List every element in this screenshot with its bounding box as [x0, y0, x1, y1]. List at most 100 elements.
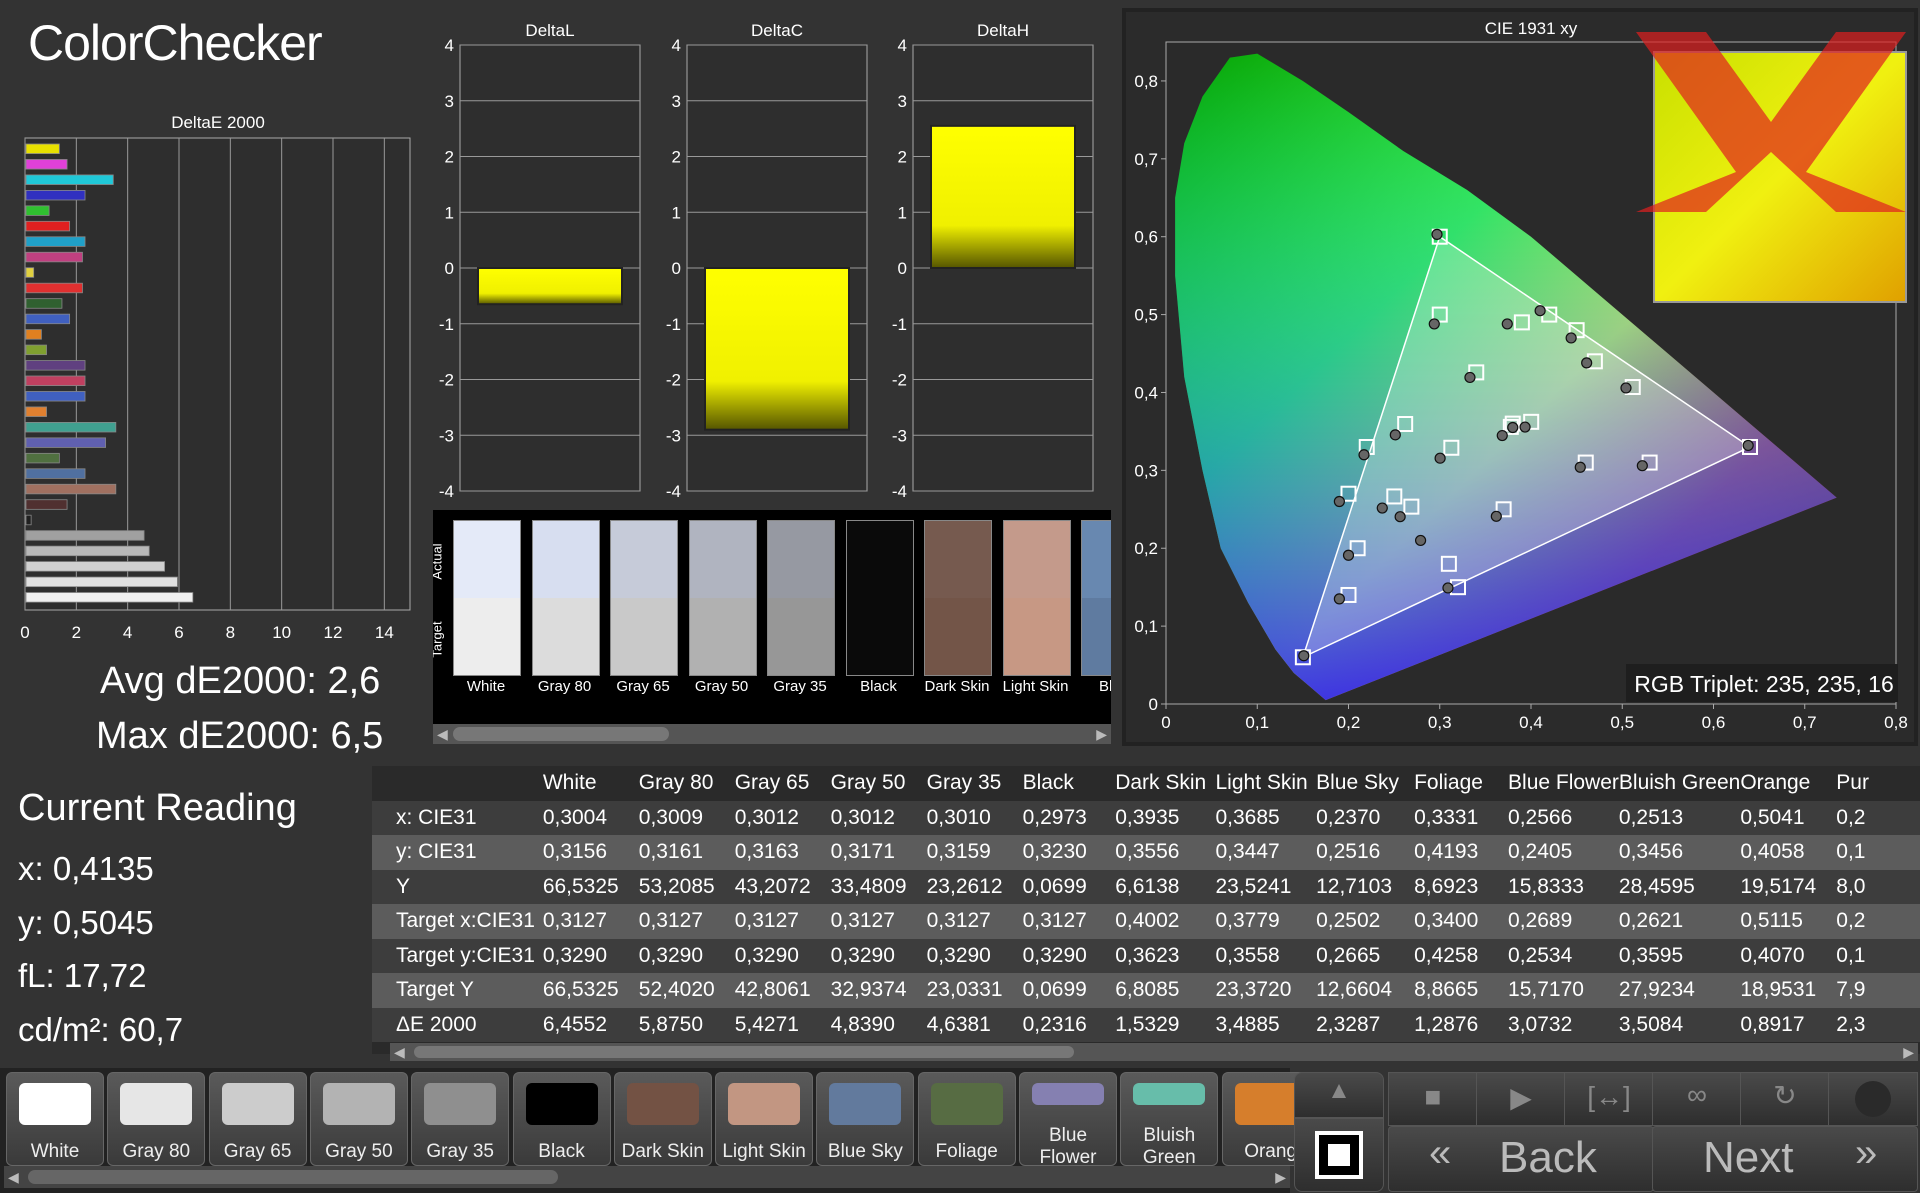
stop-button[interactable]: [1294, 1118, 1384, 1192]
delta-tick-label: -4: [666, 482, 681, 500]
actual-marker: [1519, 421, 1531, 433]
patch-panel-scrollbar[interactable]: ◀ ▶: [433, 724, 1111, 744]
actual-marker: [1342, 549, 1355, 561]
actual-marker: [1333, 495, 1345, 508]
refresh-button[interactable]: ↻: [1740, 1072, 1830, 1126]
table-cell: 0,3290: [830, 938, 927, 973]
deltae-tick-label: 12: [324, 623, 343, 642]
deltae-bar: [25, 592, 194, 603]
delta-tick-label: -3: [439, 426, 454, 445]
patch-swatch: [767, 520, 835, 676]
delta-bar: [704, 267, 850, 431]
actual-swatch: [454, 521, 520, 598]
deltah-chart: DeltaH 4 3 2 1 0 -1 -2 -3 -4: [892, 21, 1094, 500]
actual-marker: [1501, 318, 1513, 330]
scroll-left-icon[interactable]: ◀: [8, 1169, 19, 1186]
patch-label: Gray 80: [537, 678, 592, 695]
scrollbar-thumb[interactable]: [453, 727, 669, 741]
deltae-bar: [25, 452, 60, 464]
actual-marker: [1333, 593, 1345, 605]
patch-button[interactable]: Gray 65: [208, 1072, 307, 1166]
deltae-tick-label: 4: [123, 623, 132, 642]
actual-marker: [1490, 510, 1502, 522]
table-cell: 43,2072: [734, 869, 831, 904]
patch-label: Dark Skin: [924, 678, 990, 695]
column-header: Orange: [1740, 766, 1837, 801]
scrollbar-thumb[interactable]: [28, 1170, 558, 1184]
table-cell: 0,3127: [1022, 904, 1116, 939]
table-cell: 4,8390: [830, 1007, 927, 1042]
scroll-left-icon[interactable]: ◀: [394, 1044, 405, 1061]
table-cell: 0,3230: [1022, 835, 1116, 870]
patch-button[interactable]: Dark Skin: [613, 1072, 712, 1166]
table-cell: 23,2612: [926, 869, 1023, 904]
record-button[interactable]: [1828, 1072, 1918, 1126]
deltac-chart: DeltaC 4 3 2 1 0 -1 -2 -3 -4: [666, 21, 868, 500]
table-cell: 4,6381: [926, 1007, 1023, 1042]
patch-button[interactable]: Blue Sky: [816, 1072, 915, 1166]
deltal-chart: DeltaL 4 3 2 1 0 -1 -2 -3 -4: [439, 21, 641, 500]
loop-button[interactable]: ∞: [1652, 1072, 1742, 1126]
target-swatch: [611, 598, 677, 675]
actual-marker: [1389, 429, 1401, 441]
play-button[interactable]: ▶: [1476, 1072, 1566, 1126]
row-label: x: CIE31: [372, 800, 543, 835]
cie-y-tick-label: 0,8: [1134, 72, 1158, 91]
table-cell: 0,2502: [1316, 904, 1415, 939]
actual-marker: [1394, 511, 1406, 523]
target-swatch: [846, 598, 913, 675]
table-scrollbar[interactable]: ◀ ▶: [390, 1043, 1918, 1061]
column-header: Gray 65: [734, 766, 831, 801]
deltae-tick-label: 6: [174, 623, 183, 642]
patch-button[interactable]: Foliage: [917, 1072, 1016, 1166]
row-label: y: CIE31: [372, 835, 543, 870]
actual-marker: [1414, 534, 1427, 547]
back-button[interactable]: « Back: [1388, 1126, 1654, 1192]
scroll-right-icon[interactable]: ▶: [1903, 1044, 1914, 1061]
table-cell: 5,8750: [638, 1007, 735, 1042]
patch-button[interactable]: White: [6, 1072, 104, 1166]
delta-tick-label: -1: [892, 315, 907, 334]
table-cell: 23,3720: [1215, 973, 1317, 1008]
table-cell: 12,7103: [1316, 869, 1415, 904]
next-button[interactable]: Next »: [1652, 1126, 1918, 1192]
patch-button-label: White: [30, 1141, 80, 1162]
cie-x-tick-label: 0,8: [1884, 713, 1908, 732]
deltae-bar: [25, 251, 83, 263]
column-header: Gray 80: [638, 766, 735, 801]
actual-swatch: [1082, 521, 1111, 598]
patch-button[interactable]: Gray 35: [411, 1072, 510, 1166]
actual-marker: [1298, 650, 1310, 662]
patch-button-swatch: [1133, 1083, 1206, 1105]
table-cell: 18,9531: [1740, 973, 1837, 1008]
table-cell: 0,3159: [926, 835, 1023, 870]
patch-button[interactable]: Black: [512, 1072, 611, 1166]
scrollbar-thumb[interactable]: [414, 1046, 1074, 1058]
table-cell: 1,5329: [1115, 1007, 1216, 1042]
table-row: ΔE 2000 6,4552 5,8750 5,4271 4,8390 4,6381 0,2…: [372, 1007, 1920, 1042]
patch-button[interactable]: Blue Flower: [1019, 1072, 1117, 1168]
cie-y-tick-label: 0,2: [1134, 539, 1158, 558]
stop-measure-button[interactable]: ■: [1388, 1072, 1478, 1126]
up-button[interactable]: ▲: [1294, 1072, 1384, 1118]
scroll-right-icon[interactable]: ▶: [1096, 726, 1107, 743]
target-swatch: [454, 598, 520, 675]
cie-chart-panel: CIE 1931 xy 0 0,1 0,2 0,3 0,4 0,5 0,6 0,7 0,8 0 0,1…: [1122, 8, 1918, 746]
patch-button[interactable]: Bluish Green: [1120, 1072, 1219, 1168]
actual-marker: [1464, 371, 1476, 384]
patch-button[interactable]: Gray 80: [107, 1072, 206, 1166]
table-cell: 52,4020: [638, 973, 735, 1008]
scroll-left-icon[interactable]: ◀: [437, 726, 448, 743]
delta-tick-label: 3: [898, 92, 907, 111]
fit-button[interactable]: [↔]: [1564, 1072, 1654, 1126]
table-cell: 0,3558: [1215, 938, 1317, 973]
patch-swatch: [453, 520, 521, 676]
scroll-right-icon[interactable]: ▶: [1275, 1169, 1286, 1186]
deltae-bar: [25, 344, 47, 356]
patch-button[interactable]: Gray 50: [309, 1072, 408, 1166]
patch-button[interactable]: Light Skin: [715, 1072, 814, 1166]
patch-bar-scrollbar[interactable]: ◀ ▶: [4, 1166, 1290, 1188]
actual-marker: [1431, 228, 1443, 240]
table-cell: 0,3009: [638, 800, 735, 835]
delta-tick-label: -3: [892, 426, 907, 445]
